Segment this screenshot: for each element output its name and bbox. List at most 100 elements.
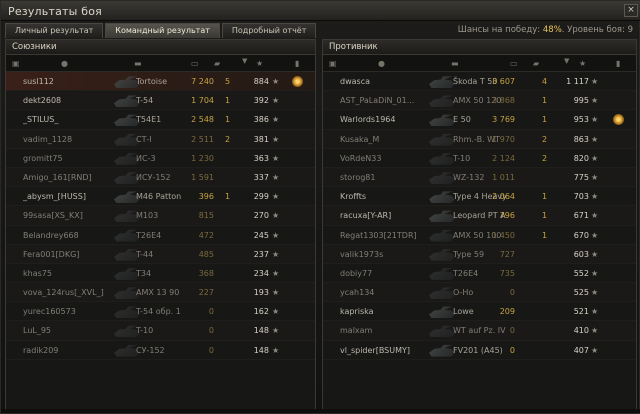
- player-name: kapriska: [340, 307, 374, 317]
- frags-value: 4: [542, 77, 548, 86]
- player-name: vova_124rus[_XVL_]: [23, 288, 104, 298]
- player-row[interactable]: Regat1303[21TDR] AMX 50 100 1 450 1 670 ★: [323, 226, 636, 245]
- damage-value: 368: [198, 268, 214, 278]
- player-name: racuxa[Y-AR]: [340, 211, 392, 221]
- frags-icon[interactable]: ▰: [533, 59, 539, 68]
- player-row[interactable]: Fera001[DKG] T-44 485 237 ★: [6, 244, 315, 264]
- player-row[interactable]: AST_PaLaDiN_01... AMX 50 120 3 868 1 995 ★: [323, 91, 636, 111]
- player-row[interactable]: LuL_95 T-10 0 148 ★: [6, 321, 315, 341]
- damage-value: 0: [509, 288, 515, 298]
- tank-icon[interactable]: ▬: [134, 59, 142, 68]
- xp-value: 237: [253, 249, 269, 259]
- player-row[interactable]: dekt2608 T-54 1 704 1 392 ★: [6, 91, 315, 111]
- medal-icon[interactable]: ▮: [616, 59, 620, 68]
- player-row[interactable]: Belandrey668 T26E4 472 245 ★: [6, 226, 315, 245]
- star-icon: ★: [591, 326, 599, 336]
- player-row[interactable]: storog81 WZ-132 1 011 775 ★: [323, 167, 636, 188]
- tank-icon: [429, 133, 455, 146]
- player-row[interactable]: vova_124rus[_XVL_] AMX 13 90 227 193 ★: [6, 283, 315, 303]
- damage-value: 1 970: [492, 134, 515, 144]
- tank-icon: [429, 172, 455, 184]
- xp-value: 603: [573, 249, 589, 259]
- player-row[interactable]: malxam WT auf Pz. IV 0 410 ★: [323, 321, 636, 341]
- player-row[interactable]: 99sasa[XS_KX] M103 815 270 ★: [6, 206, 315, 226]
- tank-icon: [429, 114, 455, 127]
- xp-value: 521: [573, 307, 589, 317]
- player-row[interactable]: susl112 Tortoise 7 240 5 884 ★: [6, 72, 315, 92]
- player-name: ycah134: [340, 288, 375, 298]
- player-row[interactable]: Warlords1964 E 50 3 769 1 953 ★: [323, 110, 636, 130]
- player-row[interactable]: dobiy77 T26E4 735 552 ★: [323, 264, 636, 284]
- damage-value: 396: [198, 192, 214, 202]
- player-row[interactable]: yurec160573 T-54 обр. 1 0 162 ★: [6, 302, 315, 322]
- squad-icon[interactable]: ▣: [329, 59, 337, 68]
- damage-value: 735: [499, 268, 515, 278]
- damage-value: 1 704: [191, 96, 214, 106]
- star-icon: ★: [272, 230, 280, 240]
- damage-icon[interactable]: ▭: [191, 59, 199, 68]
- title-bar[interactable]: Результаты боя ×: [1, 1, 640, 21]
- star-icon: ★: [272, 77, 280, 86]
- player-row[interactable]: Amigo_161[RND] ИСУ-152 1 591 337 ★: [6, 167, 315, 188]
- xp-value: 363: [253, 153, 269, 163]
- player-row[interactable]: ycah134 O-Ho 0 525 ★: [323, 283, 636, 303]
- allies-panel: Союзники ▣ ● ▬ ▭ ▰ ▼ ★ ▮ susl112 Tortoise…: [5, 39, 316, 411]
- tab-personal-result[interactable]: Личный результат: [5, 23, 104, 38]
- player-row[interactable]: VoRdeN33 T-10 2 124 2 820 ★: [323, 149, 636, 168]
- player-row[interactable]: radik209 СУ-152 0 148 ★: [6, 341, 315, 360]
- player-name: Kroffts: [340, 192, 367, 202]
- frags-value: 1: [542, 230, 548, 240]
- frags-icon[interactable]: ▰: [214, 59, 220, 68]
- star-icon[interactable]: ★: [256, 59, 263, 68]
- tank-icon: [429, 229, 455, 242]
- star-icon: ★: [272, 307, 280, 317]
- damage-icon[interactable]: ▭: [510, 59, 518, 68]
- player-row[interactable]: valik1973s Type 59 727 603 ★: [323, 244, 636, 264]
- medal-icon[interactable]: [292, 76, 303, 87]
- tank-name: T-44: [136, 249, 154, 259]
- player-name: Belandrey668: [23, 230, 79, 240]
- player-row[interactable]: gromitt75 ИС-3 1 230 363 ★: [6, 149, 315, 168]
- star-icon: ★: [591, 134, 599, 144]
- damage-value: 0: [208, 345, 214, 355]
- player-icon[interactable]: ●: [61, 59, 68, 68]
- tab-detailed-report[interactable]: Подробный отчёт: [221, 23, 317, 38]
- tank-icon[interactable]: ▬: [451, 59, 459, 68]
- tank-name: Tortoise: [136, 77, 168, 86]
- player-name: valik1973s: [340, 249, 384, 259]
- medal-icon[interactable]: ▮: [295, 59, 299, 68]
- player-row[interactable]: khas75 T34 368 234 ★: [6, 264, 315, 284]
- player-row[interactable]: kapriska Lowe 209 521 ★: [323, 302, 636, 322]
- xp-value: 670: [573, 230, 589, 240]
- battle-level: . Уровень боя: 9: [561, 25, 633, 35]
- enemies-list: dwasca Škoda T 50 3 607 4 1 117 ★ AST_PaLaDiN_…: [323, 72, 636, 360]
- squad-icon[interactable]: ▣: [12, 59, 20, 68]
- frags-value: 1: [225, 192, 231, 202]
- damage-value: 7 240: [191, 77, 214, 86]
- player-row[interactable]: vadim_1128 СТ-I 2 511 2 381 ★: [6, 129, 315, 149]
- player-name: dekt2608: [23, 96, 62, 106]
- damage-value: 1 591: [191, 172, 214, 182]
- bottom-bar: [1, 409, 640, 413]
- star-icon: ★: [591, 345, 599, 355]
- player-row[interactable]: vl_spider[BSUMY] FV201 (A45) 0 407 ★: [323, 341, 636, 360]
- enemies-panel: Противник ▣ ● ▬ ▭ ▰ ▼ ★ ▮ dwasca Škoda T …: [322, 39, 637, 411]
- medal-icon[interactable]: [613, 114, 624, 126]
- player-row[interactable]: _STILUS_ T54E1 2 548 1 386 ★: [6, 110, 315, 130]
- xp-value: 337: [253, 172, 269, 182]
- player-row[interactable]: Kroffts Type 4 Heavy 2 064 1 703 ★: [323, 187, 636, 207]
- tank-icon: [429, 248, 455, 261]
- player-row[interactable]: dwasca Škoda T 50 3 607 4 1 117 ★: [323, 72, 636, 92]
- player-row[interactable]: racuxa[Y-AR] Leopard PT A 796 1 671 ★: [323, 206, 636, 226]
- player-row[interactable]: Kusaka_M Rhm.-B. WT 1 970 2 863 ★: [323, 129, 636, 149]
- player-name: 99sasa[XS_KX]: [23, 211, 83, 221]
- tank-name: AMX 13 90: [136, 288, 180, 298]
- close-button[interactable]: ×: [624, 4, 638, 17]
- tab-team-result[interactable]: Командный результат: [105, 23, 220, 38]
- player-icon[interactable]: ●: [378, 59, 385, 68]
- star-icon: ★: [591, 115, 599, 125]
- xp-value: 820: [573, 153, 589, 163]
- player-row[interactable]: _abysm_[HUSS] M46 Patton 396 1 299 ★: [6, 187, 315, 207]
- star-icon: ★: [272, 192, 280, 202]
- star-icon[interactable]: ★: [579, 59, 586, 68]
